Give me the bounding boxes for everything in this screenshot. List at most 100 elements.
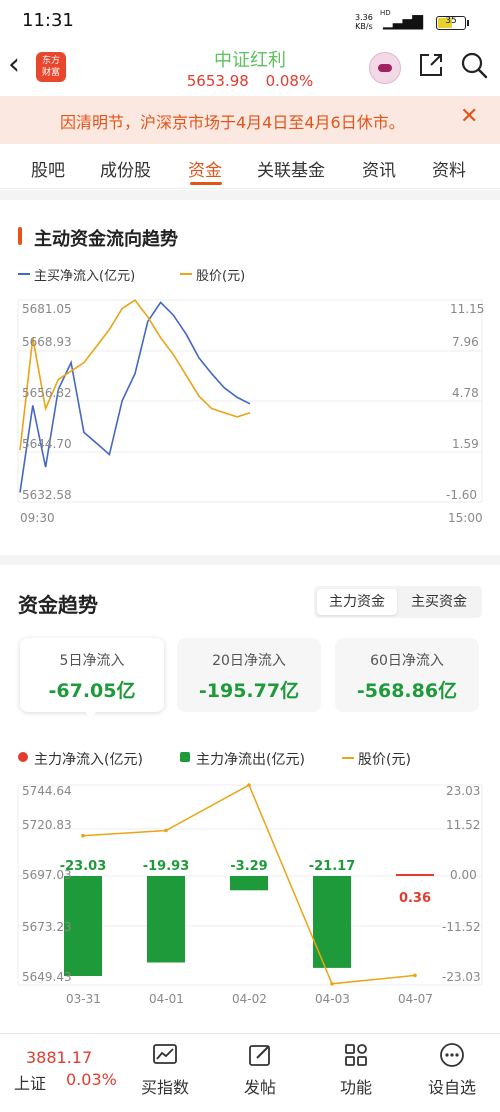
active-tab-indicator	[190, 182, 222, 185]
network-speed-unit: KB/s	[355, 22, 373, 31]
legend-inflow-marker	[18, 752, 28, 762]
network-speed: 3.36 KB/s	[355, 13, 373, 31]
card-20day[interactable]: 20日净流入 -195.77亿	[177, 638, 321, 712]
tab-guba[interactable]: 股吧	[31, 156, 65, 181]
nav-functions[interactable]: 功能	[316, 1042, 396, 1098]
price-point	[164, 828, 168, 833]
card-5day[interactable]: 5日净流入 -67.05亿	[20, 638, 164, 712]
card-value: -67.05亿	[48, 680, 136, 702]
price-change: 0.08%	[265, 72, 314, 90]
page-title: 中证红利	[214, 50, 286, 71]
avatar[interactable]	[369, 52, 401, 84]
legend-price-line	[342, 757, 354, 759]
current-price: 5653.98	[186, 72, 249, 90]
divider	[0, 555, 500, 565]
bar-value-label: -21.17	[309, 859, 356, 874]
index-change[interactable]: 0.03%	[66, 1070, 117, 1089]
nav-label: 功能	[339, 1078, 372, 1097]
flow-left-tick: 5632.58	[22, 488, 72, 502]
battery-icon: 35	[436, 16, 469, 30]
nav-label: 发帖	[243, 1078, 276, 1097]
flow-section-title: 主动资金流向趋势	[34, 229, 178, 250]
battery-level: 35	[445, 16, 457, 26]
trend-x-label: 04-07	[398, 992, 433, 1006]
card-label: 20日净流入	[212, 653, 286, 669]
trend-x-label: 04-02	[232, 992, 267, 1006]
bottom-bar: 3881.17 上证 0.03% 买指数 发帖 功能 设自选	[0, 1033, 500, 1112]
flow-bar	[147, 876, 185, 963]
section-marker	[18, 227, 22, 245]
trend-right-tick: -11.52	[442, 920, 481, 934]
flow-left-tick: 5668.93	[22, 335, 72, 349]
tab-bar: 股吧 成份股 资金 关联基金 资讯 资料	[0, 148, 500, 189]
app-logo: 东方 财富	[36, 52, 66, 82]
trend-chart: -23.03 -19.93 -3.29 -21.17 0.36	[17, 783, 483, 986]
card-label: 60日净流入	[370, 653, 444, 669]
legend-outflow-marker	[180, 752, 190, 762]
flow-bar	[313, 876, 351, 968]
index-name[interactable]: 上证	[14, 1070, 46, 1094]
legend-price-label: 股价(元)	[358, 752, 411, 768]
toggle-active-buy-funds[interactable]: 主买资金	[399, 589, 479, 615]
tab-constituents[interactable]: 成份股	[100, 156, 151, 181]
card-value: -195.77亿	[198, 680, 300, 702]
trend-x-label: 03-31	[66, 992, 101, 1006]
flow-right-tick: 1.59	[452, 437, 479, 451]
card-value: -568.86亿	[356, 680, 458, 702]
trend-left-tick: 5744.64	[22, 784, 72, 798]
trend-right-tick: 11.52	[446, 818, 481, 832]
flow-x-end: 15:00	[448, 511, 483, 525]
search-icon[interactable]	[460, 51, 488, 79]
flow-left-tick: 5644.70	[22, 437, 72, 451]
legend-price-label: 股价(元)	[196, 269, 246, 284]
bar-value-label: 0.36	[399, 891, 431, 906]
toggle-main-funds[interactable]: 主力资金	[317, 589, 397, 615]
flow-bar	[396, 874, 434, 876]
tab-news[interactable]: 资讯	[362, 156, 396, 181]
tab-related-funds[interactable]: 关联基金	[257, 156, 325, 181]
price-point	[330, 982, 334, 986]
trend-x-label: 04-01	[149, 992, 184, 1006]
nav-label: 设自选	[427, 1078, 476, 1097]
trend-x-label: 04-03	[315, 992, 350, 1006]
card-label: 5日净流入	[59, 653, 125, 669]
back-arrow-icon[interactable]: ‹	[8, 48, 32, 84]
tab-profile[interactable]: 资料	[432, 156, 466, 181]
close-icon[interactable]: ✕	[460, 104, 478, 129]
nav-buy-index[interactable]: 买指数	[125, 1042, 205, 1098]
flow-x-start: 09:30	[20, 511, 55, 525]
flow-chart	[17, 299, 483, 503]
tab-funds[interactable]: 资金	[188, 156, 222, 181]
grid-icon	[345, 1044, 367, 1066]
card-60day[interactable]: 60日净流入 -568.86亿	[335, 638, 479, 712]
price-point	[413, 973, 417, 978]
holiday-notice: 因清明节，沪深京市场于4月4日至4月6日休市。 ✕	[0, 96, 500, 144]
nav-post[interactable]: 发帖	[220, 1042, 300, 1098]
legend-price-line	[180, 273, 192, 275]
share-icon[interactable]	[418, 52, 444, 78]
flow-right-tick: 4.78	[452, 386, 479, 400]
bar-value-label: -19.93	[143, 859, 190, 874]
chart-icon	[153, 1044, 177, 1064]
trend-right-tick: 23.03	[446, 784, 481, 798]
legend-outflow-label: 主力净流出(亿元)	[196, 752, 305, 768]
legend-inflow-label: 主力净流入(亿元)	[34, 752, 143, 768]
nav-add-watchlist[interactable]: 设自选	[412, 1042, 492, 1098]
wifi-icon: ◠	[410, 12, 424, 30]
flow-right-tick: -1.60	[446, 488, 478, 502]
fund-type-toggle: 主力资金 主买资金	[314, 586, 482, 618]
flow-right-tick: 11.15	[450, 302, 485, 316]
flow-bar	[230, 876, 268, 891]
trend-section-title: 资金趋势	[18, 593, 98, 617]
logo-text-2: 财富	[41, 68, 60, 78]
divider	[0, 190, 500, 200]
trend-left-tick: 5673.23	[22, 920, 72, 934]
nav-label: 买指数	[140, 1078, 189, 1097]
network-speed-value: 3.36	[355, 13, 373, 22]
price-point	[81, 833, 85, 838]
index-value[interactable]: 3881.17	[26, 1048, 92, 1067]
notice-text: 因清明节，沪深京市场于4月4日至4月6日休市。	[60, 113, 405, 132]
flow-left-tick: 5681.05	[22, 302, 72, 316]
edit-icon	[249, 1045, 270, 1066]
bar-value-label: -3.29	[230, 859, 267, 874]
